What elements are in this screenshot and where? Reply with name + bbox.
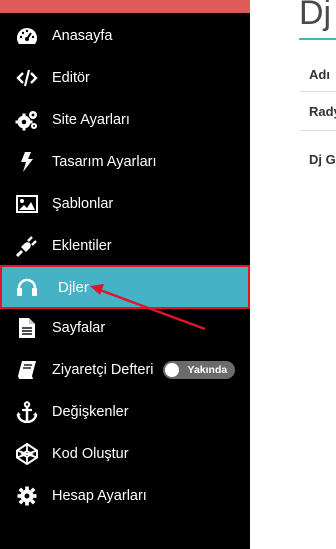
sidebar-item-label: Kod Oluştur (52, 446, 129, 462)
sidebar-item-label: Djler (58, 278, 89, 296)
bolt-icon (15, 150, 39, 174)
sidebar-item-sayfalar[interactable]: Sayfalar (0, 307, 250, 349)
sidebar-item-tasarim-ayarlari[interactable]: Tasarım Ayarları (0, 141, 250, 183)
page-title: Dj (299, 0, 332, 32)
sidebar-item-eklentiler[interactable]: Eklentiler (0, 225, 250, 267)
sidebar-item-label: Anasayfa (52, 28, 113, 44)
table-divider (300, 91, 336, 92)
code-icon (15, 66, 39, 90)
file-icon (15, 316, 39, 340)
sidebar-item-hesap-ayarlari[interactable]: Hesap Ayarları (0, 475, 250, 517)
sidebar-item-sablonlar[interactable]: Şablonlar (0, 183, 250, 225)
book-icon (15, 358, 39, 382)
sidebar-item-label: Ziyaretçi Defteri (52, 362, 154, 378)
sidebar-top-bar (0, 0, 250, 13)
table-row[interactable]: Rady (309, 104, 336, 119)
sidebar-item-label: Site Ayarları (52, 112, 130, 128)
sidebar-item-anasayfa[interactable]: Anasayfa (0, 15, 250, 57)
sidebar-item-djler[interactable]: Djler (0, 265, 250, 309)
sidebar: Anasayfa Editör Site Ayarları Tasarım Ay… (0, 13, 250, 549)
dashboard-icon (15, 24, 39, 48)
table-header-name: Adı (309, 67, 330, 82)
sidebar-item-label: Değişkenler (52, 404, 129, 420)
sidebar-item-ziyaretci-defteri[interactable]: Ziyaretçi Defteri Yakında (0, 349, 250, 391)
gear-icon (15, 484, 39, 508)
sidebar-item-label: Eklentiler (52, 238, 112, 254)
sidebar-item-label: Şablonlar (52, 196, 114, 212)
codepen-icon (15, 442, 39, 466)
sidebar-item-label: Sayfalar (52, 320, 106, 336)
sidebar-item-editor[interactable]: Editör (0, 57, 250, 99)
title-underline (299, 38, 336, 40)
status-badge: Yakında (162, 361, 236, 379)
sidebar-item-label: Hesap Ayarları (52, 488, 147, 504)
table-row[interactable]: Dj G (309, 152, 336, 167)
sidebar-item-label: Editör (52, 70, 90, 86)
cogs-icon (15, 108, 39, 132)
sidebar-item-degiskenler[interactable]: Değişkenler (0, 391, 250, 433)
sidebar-item-kod-olustur[interactable]: Kod Oluştur (0, 433, 250, 475)
plug-icon (15, 234, 39, 258)
table-divider (300, 130, 336, 131)
sidebar-item-site-ayarlari[interactable]: Site Ayarları (0, 99, 250, 141)
image-icon (15, 192, 39, 216)
sidebar-item-label: Tasarım Ayarları (52, 154, 157, 170)
headphones-icon (15, 275, 39, 299)
anchor-icon (15, 400, 39, 424)
